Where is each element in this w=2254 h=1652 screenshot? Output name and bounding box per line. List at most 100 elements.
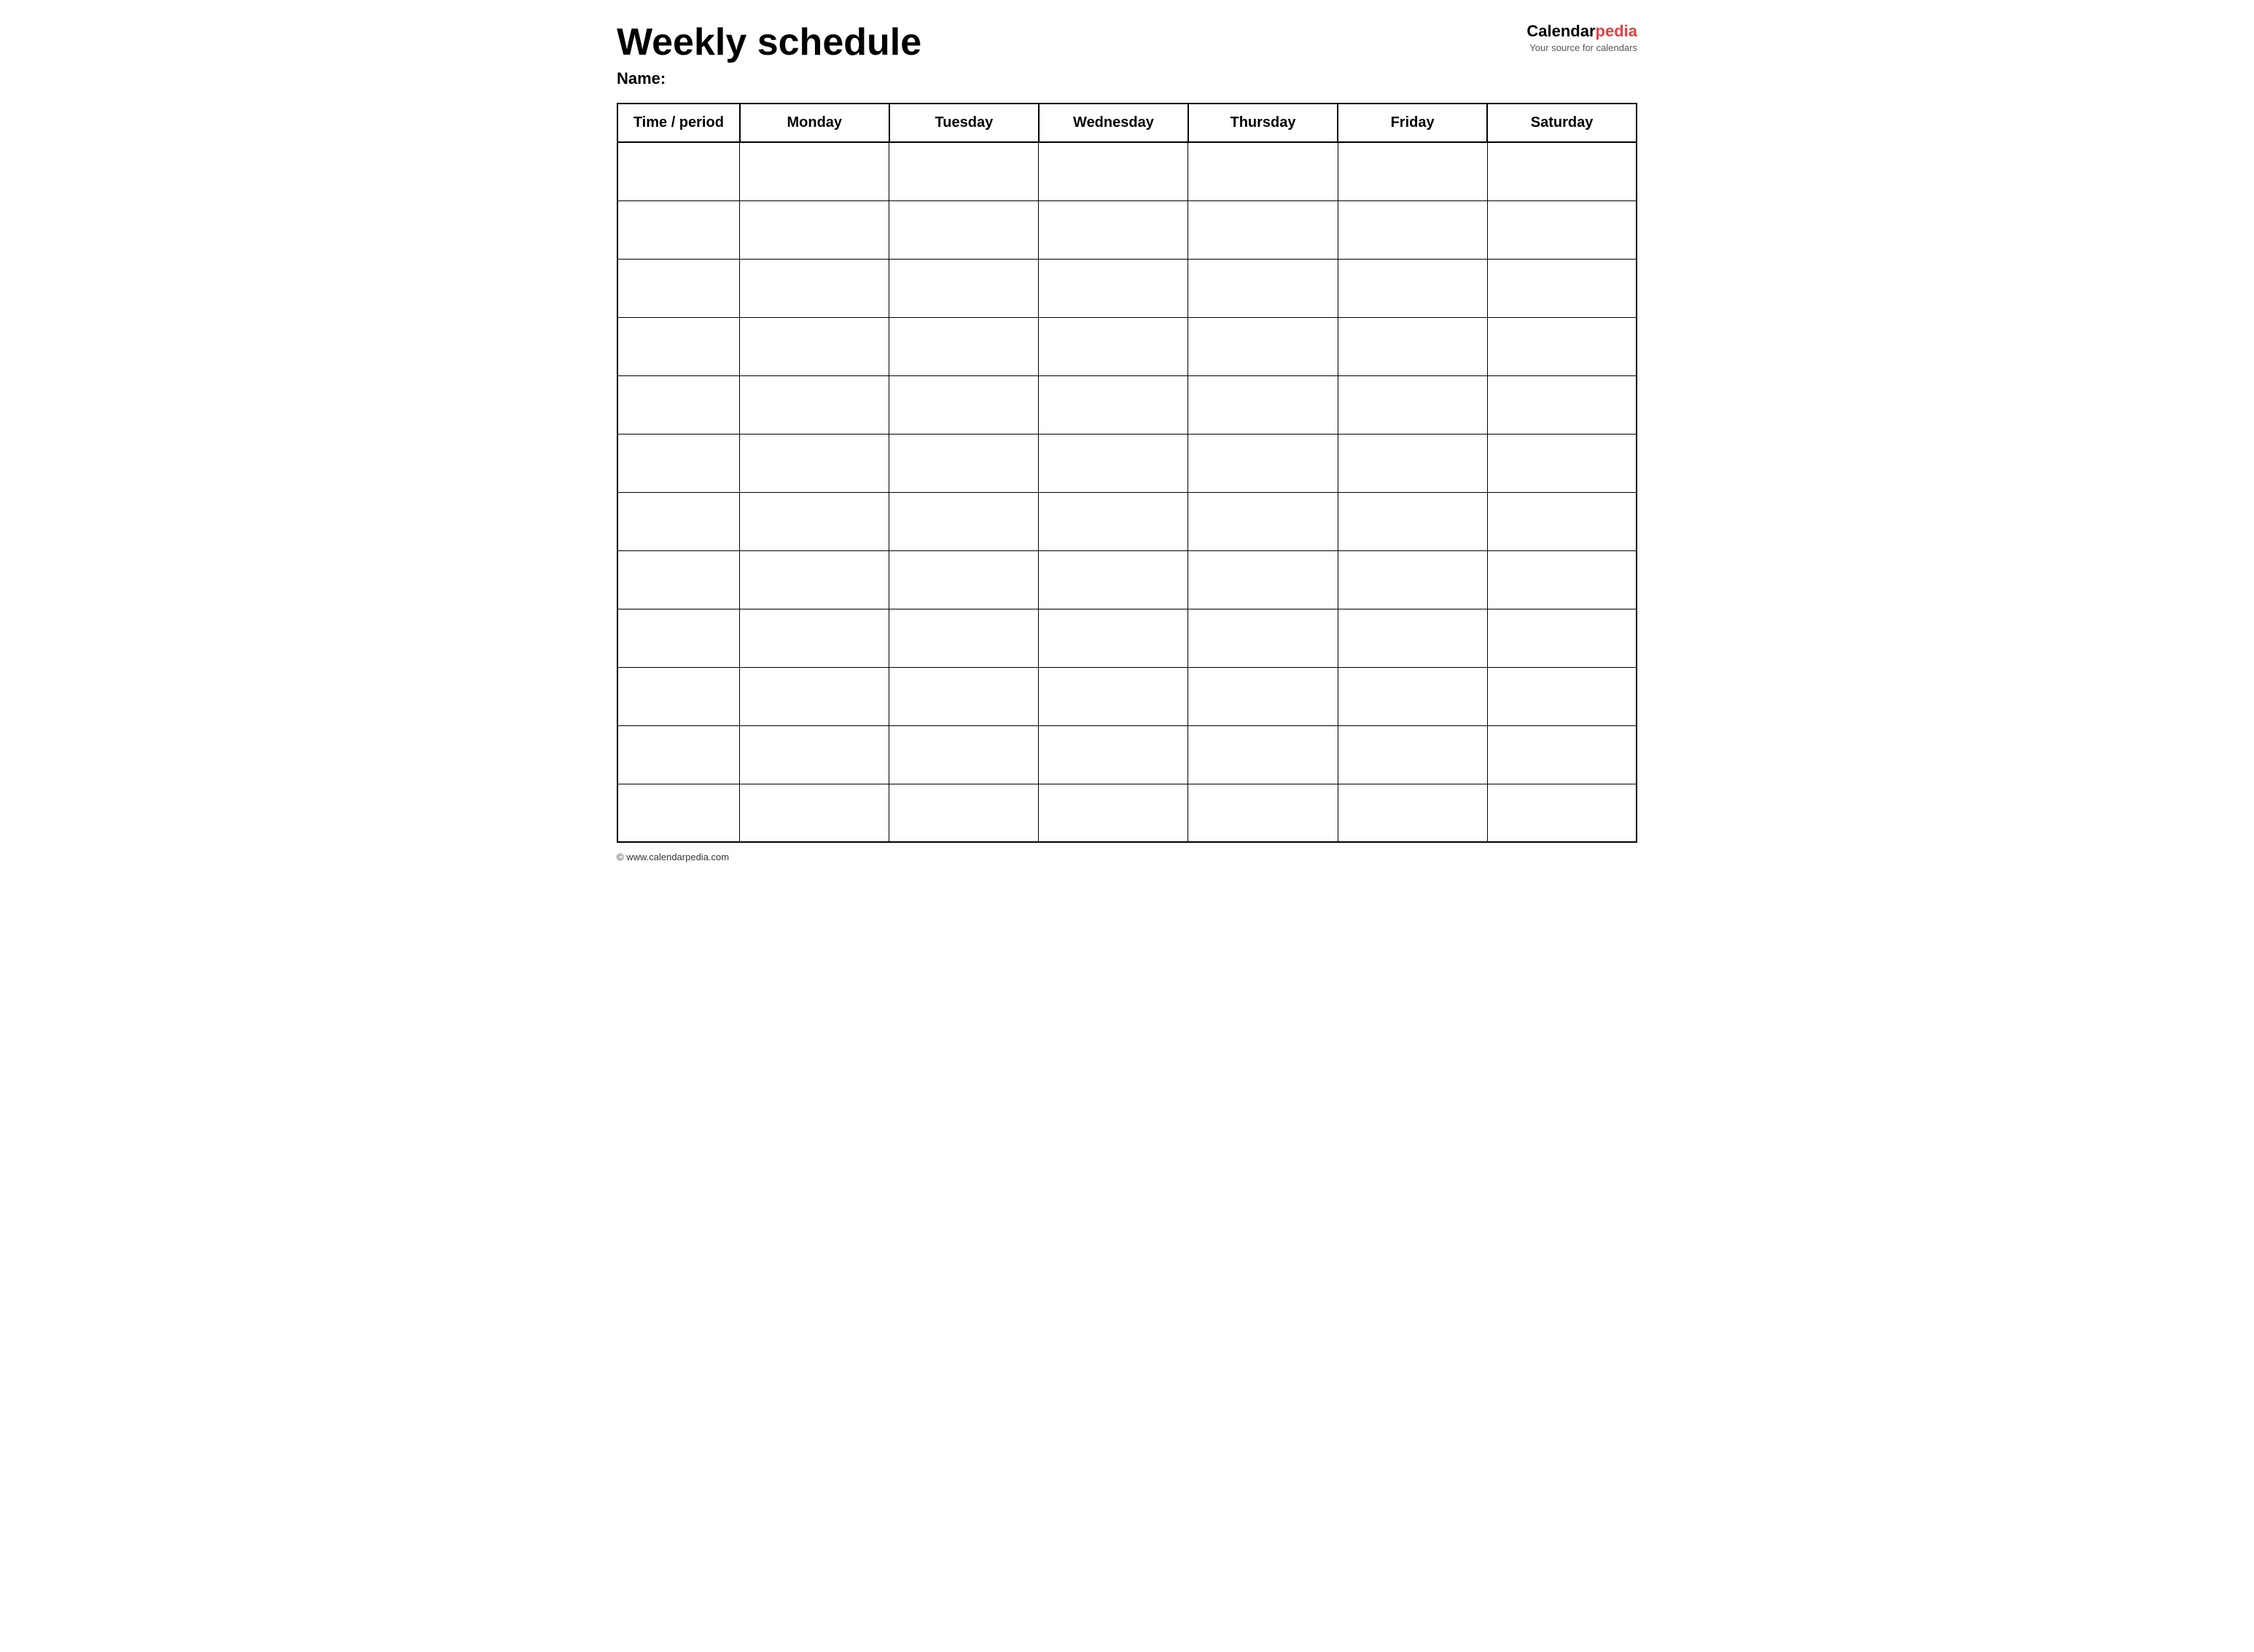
table-row — [617, 375, 1637, 434]
saturday-cell-7 — [1487, 550, 1637, 609]
tuesday-cell-11 — [889, 784, 1039, 842]
header-area: Weekly schedule Name: Calendarpedia Your… — [617, 22, 1637, 88]
wednesday-cell-6 — [1039, 492, 1188, 550]
tuesday-cell-9 — [889, 667, 1039, 725]
table-row — [617, 725, 1637, 784]
wednesday-cell-10 — [1039, 725, 1188, 784]
time-cell-10 — [617, 725, 740, 784]
tuesday-cell-10 — [889, 725, 1039, 784]
col-header-monday: Monday — [740, 104, 889, 142]
logo-calendar-part: Calendar — [1526, 22, 1595, 40]
thursday-cell-2 — [1188, 259, 1338, 317]
col-header-tuesday: Tuesday — [889, 104, 1039, 142]
time-cell-9 — [617, 667, 740, 725]
friday-cell-0 — [1338, 142, 1487, 200]
logo-text: Calendarpedia — [1526, 22, 1637, 41]
monday-cell-0 — [740, 142, 889, 200]
table-row — [617, 200, 1637, 259]
tuesday-cell-2 — [889, 259, 1039, 317]
col-header-saturday: Saturday — [1487, 104, 1637, 142]
friday-cell-4 — [1338, 375, 1487, 434]
table-row — [617, 434, 1637, 492]
table-row — [617, 667, 1637, 725]
friday-cell-2 — [1338, 259, 1487, 317]
time-cell-5 — [617, 434, 740, 492]
logo-section: Calendarpedia Your source for calendars — [1526, 22, 1637, 53]
monday-cell-5 — [740, 434, 889, 492]
footer-url: © www.calendarpedia.com — [617, 852, 1637, 862]
col-header-time: Time / period — [617, 104, 740, 142]
tuesday-cell-5 — [889, 434, 1039, 492]
page-wrapper: Weekly schedule Name: Calendarpedia Your… — [617, 22, 1637, 862]
monday-cell-9 — [740, 667, 889, 725]
wednesday-cell-4 — [1039, 375, 1188, 434]
thursday-cell-6 — [1188, 492, 1338, 550]
time-cell-7 — [617, 550, 740, 609]
wednesday-cell-11 — [1039, 784, 1188, 842]
thursday-cell-3 — [1188, 317, 1338, 375]
friday-cell-5 — [1338, 434, 1487, 492]
saturday-cell-8 — [1487, 609, 1637, 667]
monday-cell-11 — [740, 784, 889, 842]
friday-cell-9 — [1338, 667, 1487, 725]
monday-cell-8 — [740, 609, 889, 667]
col-header-thursday: Thursday — [1188, 104, 1338, 142]
title-section: Weekly schedule Name: — [617, 22, 1512, 88]
monday-cell-3 — [740, 317, 889, 375]
thursday-cell-10 — [1188, 725, 1338, 784]
friday-cell-10 — [1338, 725, 1487, 784]
saturday-cell-11 — [1487, 784, 1637, 842]
table-row — [617, 317, 1637, 375]
thursday-cell-4 — [1188, 375, 1338, 434]
wednesday-cell-5 — [1039, 434, 1188, 492]
friday-cell-3 — [1338, 317, 1487, 375]
friday-cell-7 — [1338, 550, 1487, 609]
time-cell-6 — [617, 492, 740, 550]
time-cell-4 — [617, 375, 740, 434]
saturday-cell-1 — [1487, 200, 1637, 259]
thursday-cell-11 — [1188, 784, 1338, 842]
saturday-cell-9 — [1487, 667, 1637, 725]
wednesday-cell-9 — [1039, 667, 1188, 725]
tuesday-cell-3 — [889, 317, 1039, 375]
saturday-cell-0 — [1487, 142, 1637, 200]
monday-cell-6 — [740, 492, 889, 550]
table-row — [617, 142, 1637, 200]
name-label: Name: — [617, 69, 1512, 88]
time-cell-3 — [617, 317, 740, 375]
wednesday-cell-1 — [1039, 200, 1188, 259]
tuesday-cell-8 — [889, 609, 1039, 667]
col-header-wednesday: Wednesday — [1039, 104, 1188, 142]
tuesday-cell-7 — [889, 550, 1039, 609]
table-row — [617, 550, 1637, 609]
saturday-cell-4 — [1487, 375, 1637, 434]
col-header-friday: Friday — [1338, 104, 1487, 142]
schedule-table: Time / period Monday Tuesday Wednesday T… — [617, 103, 1637, 843]
tuesday-cell-6 — [889, 492, 1039, 550]
wednesday-cell-0 — [1039, 142, 1188, 200]
time-cell-1 — [617, 200, 740, 259]
time-cell-0 — [617, 142, 740, 200]
logo-pedia-part: pedia — [1596, 22, 1637, 40]
thursday-cell-7 — [1188, 550, 1338, 609]
saturday-cell-2 — [1487, 259, 1637, 317]
time-cell-2 — [617, 259, 740, 317]
monday-cell-10 — [740, 725, 889, 784]
page-title: Weekly schedule — [617, 22, 1512, 63]
monday-cell-1 — [740, 200, 889, 259]
thursday-cell-9 — [1188, 667, 1338, 725]
time-cell-11 — [617, 784, 740, 842]
monday-cell-2 — [740, 259, 889, 317]
monday-cell-7 — [740, 550, 889, 609]
time-cell-8 — [617, 609, 740, 667]
wednesday-cell-3 — [1039, 317, 1188, 375]
wednesday-cell-8 — [1039, 609, 1188, 667]
saturday-cell-10 — [1487, 725, 1637, 784]
saturday-cell-3 — [1487, 317, 1637, 375]
table-header-row: Time / period Monday Tuesday Wednesday T… — [617, 104, 1637, 142]
tuesday-cell-4 — [889, 375, 1039, 434]
thursday-cell-5 — [1188, 434, 1338, 492]
table-row — [617, 259, 1637, 317]
friday-cell-8 — [1338, 609, 1487, 667]
friday-cell-6 — [1338, 492, 1487, 550]
